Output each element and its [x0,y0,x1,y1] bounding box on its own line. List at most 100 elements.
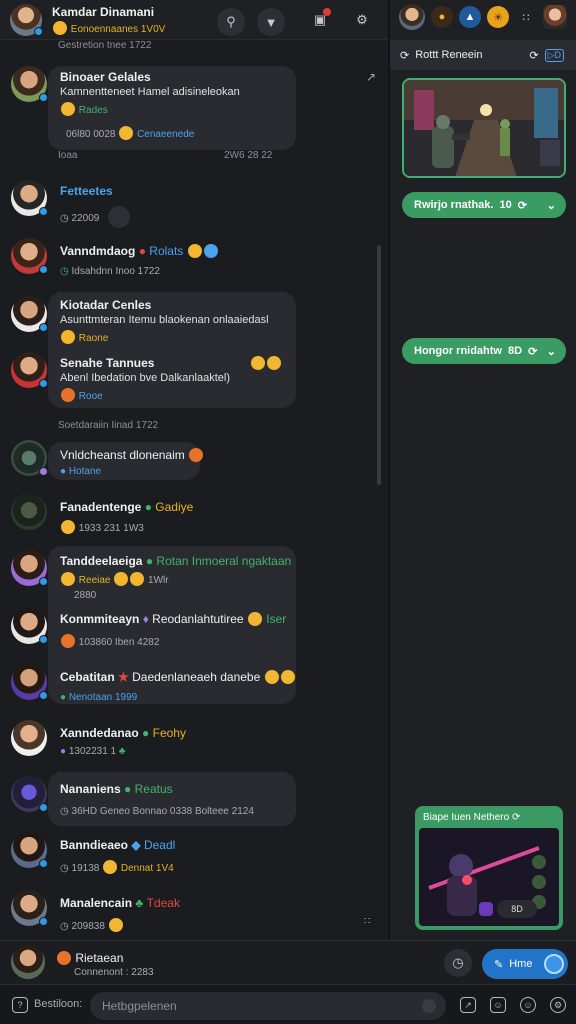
composer-name: Rietaean [56,951,123,965]
timestamp: ◷ 22009 [60,206,131,228]
avatar[interactable] [11,296,48,332]
sticker-icon[interactable]: ☺ [490,997,506,1013]
emoji-icon [53,21,67,35]
avatar[interactable] [11,890,48,926]
composer-subtitle: Connenont : 2283 [74,967,154,978]
timestamp: Gestretion tnee 1722 [58,40,152,51]
status-badge: ● Nenotaan 1999 [60,692,138,703]
timestamp: ◷ 19138 Dennat 1V4 [60,860,174,874]
reaction-pill[interactable]: Hongor rnidahtw 8D ⟳ ⌄ [402,338,566,364]
record-icon [544,954,564,974]
timestamp: Soetdaraiin Iinad 1722 [58,420,159,431]
avatar[interactable] [11,664,48,700]
message-meta: 06l80 0028 Cenaeenede [66,126,194,140]
right-panel-toolbar: ● ▲ ☀ ∷ [390,0,576,34]
settings-icon[interactable]: ⚙ [348,6,376,34]
avatar[interactable] [10,4,43,36]
media-card[interactable]: Biape Iuen Nethero ⟳ 8D [415,806,563,930]
message-text: Asunttmteran Itemu blaokenan onlaaiedasl [60,314,269,326]
notifications-icon[interactable]: ▣ [306,6,334,34]
current-user[interactable]: Kamdar Dinamani Eonoennaanes 1V0V [10,4,165,36]
mic-icon[interactable] [422,999,436,1013]
contact-name: Xanndedanao ● Feohy [60,726,186,740]
avatar[interactable] [11,550,48,586]
share-icon: ⟳ [517,199,527,212]
panel-title: Rottt Reneein [415,49,483,61]
sun-icon[interactable]: ☀ [487,6,509,28]
avatar[interactable] [11,776,48,812]
avatar[interactable] [543,5,567,29]
contact-name: Fetteetes [60,184,113,198]
contact-name: Vanndmdaog ● Rolats [60,244,219,258]
contact-name: Konmmiteayn ♦ Reodanlahtutiree Iser [60,612,287,626]
user-status: Eonoennaanes 1V0V [52,21,165,35]
timestamp: ● 1302231 1 ♣ [60,746,126,757]
media-icon[interactable]: ▷D [544,48,564,62]
expand-icon[interactable]: ↗ [366,70,376,84]
avatar[interactable] [11,352,48,388]
timestamp: 2W6 28 22 [224,150,273,161]
chat-list[interactable]: Gestretion tnee 1722 Binoaer Gelales Kam… [0,40,388,940]
panel-header: ⟳ Rottt Reneein ⟳ ▷D [390,40,576,70]
timestamp: 103860 Iben 4282 [60,634,159,648]
avatar[interactable] [11,832,48,868]
share-icon[interactable]: ⟳ [529,49,538,62]
reaction-pill[interactable]: Rwirjo rnathak. 10 ⟳ ⌄ [402,192,566,218]
contact-name: Fanadentenge ● Gadiye [60,500,194,514]
attach-icon[interactable]: ↗ [460,997,476,1013]
timestamp: ◷ Idsahdnn Inoo 1722 [60,266,160,277]
message-text: Abenl Ibedation bve Dalkanlaaktel) [60,372,231,384]
avatar[interactable] [11,238,48,274]
message-text: Kamnentteneet Hamel adisineleokan [60,86,240,98]
settings-icon[interactable]: ⚙ [550,997,566,1013]
clock-icon[interactable]: ◷ [444,949,472,977]
avatar[interactable] [11,180,48,216]
message-text: Reeiae 1Wlr [60,572,169,586]
box-icon[interactable]: ▲ [459,6,481,28]
timestamp: 2880 [74,590,97,601]
avatar[interactable] [11,720,47,756]
pen-icon: ✎ [494,958,504,971]
avatar[interactable] [11,608,48,644]
chevron-down-icon: ⌄ [546,345,556,358]
filter-icon[interactable]: ▼ [257,8,285,36]
contact-name: Manalencain ♣ Tdeak [60,896,180,910]
grid-icon[interactable]: ∷ [515,6,537,28]
chevron-down-icon: ⌄ [546,199,556,212]
avatar[interactable] [399,4,425,30]
emoji-icon[interactable]: ● [431,6,453,28]
app-root: Kamdar Dinamani Eonoennaanes 1V0V ⚲ ▼ ▣ … [0,0,576,1024]
contact-name: Kiotadar Cenles [60,298,152,312]
share-icon: ⟳ [528,345,538,358]
contact-name: Senahe Tannues [60,356,281,370]
avatar[interactable] [11,66,48,102]
share-icon[interactable]: ⟳ [400,49,409,62]
search-input[interactable]: Hetbgpelenen [90,992,446,1020]
contact-name: Nananiens ● Reatus [60,782,173,796]
footer-label: Bestiloon: [34,998,83,1010]
media-image[interactable] [402,78,566,178]
more-icon[interactable]: ∷ [364,916,370,927]
status-badge: 8D [497,900,537,918]
footer: ? Bestiloon: Hetbgpelenen ↗ ☺ ☺ ⚙ [0,984,576,1024]
avatar[interactable] [11,494,47,530]
timestamp: ◷ 36HD Geneo Bonnao 0338 Bolteee 2124 [60,806,254,817]
send-button[interactable]: ✎ Hme [482,949,568,979]
user-name: Kamdar Dinamani [52,5,155,19]
app-icon [479,902,493,916]
contact-name: Cebatitan ★ Daedenlaneaeh danebe [60,670,296,684]
game-scene-image [404,80,564,176]
help-icon[interactable]: ? [12,997,28,1013]
message-bubble[interactable] [48,772,296,826]
timestamp: ◷ 209838 [60,918,124,932]
avatar[interactable] [11,945,45,979]
timestamp: 1933 231 1W3 [60,520,144,534]
search-icon[interactable]: ⚲ [217,8,245,36]
status-badge: Rades [60,102,108,116]
right-panel: ⟳ Rottt Reneein ⟳ ▷D Rwirjo rnathak. 10 … [390,34,576,940]
contact-name: Binoaer Gelales [60,70,151,84]
avatar[interactable] [11,440,48,476]
status-badge: Raone [60,330,108,344]
scrollbar[interactable] [377,245,381,485]
emoji-icon[interactable]: ☺ [520,997,536,1013]
